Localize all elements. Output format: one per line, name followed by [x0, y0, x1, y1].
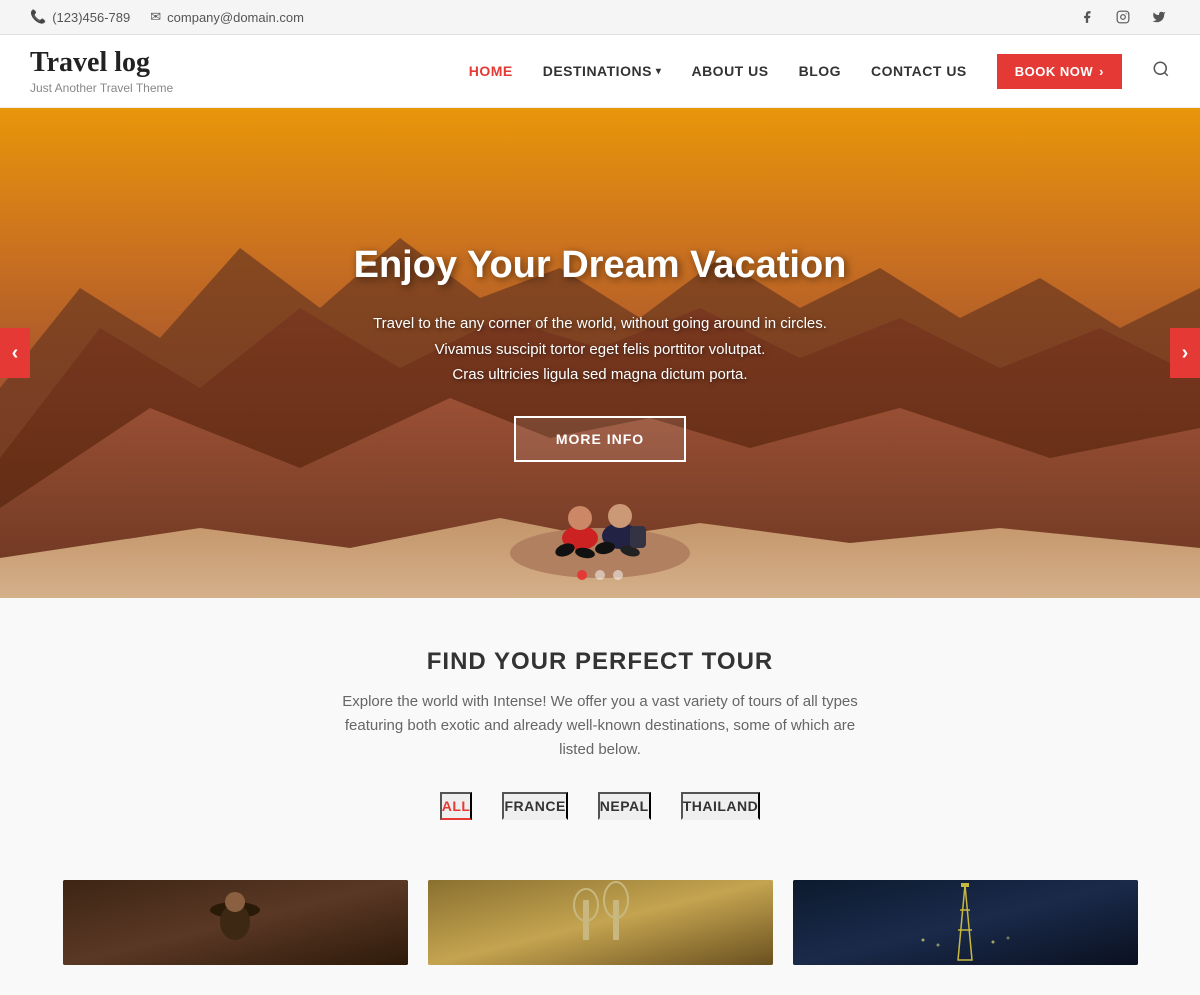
instagram-icon[interactable]	[1112, 6, 1134, 28]
main-nav: HOME DESTINATIONS ▾ ABOUT US BLOG CONTAC…	[469, 54, 1170, 89]
more-info-button[interactable]: MORE INFO	[514, 416, 686, 462]
slider-next-button[interactable]: ›	[1170, 328, 1200, 378]
site-tagline: Just Another Travel Theme	[30, 81, 173, 95]
phone-icon: 📞	[30, 9, 46, 25]
phone-contact: 📞 (123)456-789	[30, 9, 130, 25]
arrow-right-icon: ›	[1182, 342, 1189, 365]
nav-about[interactable]: ABOUT US	[691, 63, 768, 79]
find-tour-section: FIND YOUR PERFECT TOUR Explore the world…	[0, 598, 1200, 880]
hero-slider: Enjoy Your Dream Vacation Travel to the …	[0, 108, 1200, 598]
slider-dots	[577, 570, 623, 580]
hero-title: Enjoy Your Dream Vacation	[354, 244, 847, 287]
tour-card-1[interactable]	[63, 880, 408, 965]
top-bar: 📞 (123)456-789 ✉ company@domain.com	[0, 0, 1200, 35]
twitter-icon[interactable]	[1148, 6, 1170, 28]
slider-dot-2[interactable]	[595, 570, 605, 580]
site-header: Travel log Just Another Travel Theme HOM…	[0, 35, 1200, 108]
search-button[interactable]	[1152, 60, 1170, 83]
filter-france[interactable]: FRANCE	[502, 792, 567, 820]
filter-all[interactable]: ALL	[440, 792, 473, 820]
phone-number: (123)456-789	[52, 10, 130, 25]
slider-dot-3[interactable]	[613, 570, 623, 580]
facebook-icon[interactable]	[1076, 6, 1098, 28]
slider-prev-button[interactable]: ‹	[0, 328, 30, 378]
filter-thailand[interactable]: THAILAND	[681, 792, 761, 820]
tour-card-3[interactable]	[793, 880, 1138, 965]
tour-cards-container	[0, 880, 1200, 995]
tour-filter-tabs: ALL FRANCE NEPAL THAILAND	[30, 792, 1170, 820]
email-icon: ✉	[150, 9, 161, 25]
nav-contact[interactable]: CONTACT US	[871, 63, 967, 79]
logo[interactable]: Travel log Just Another Travel Theme	[30, 47, 173, 95]
nav-blog[interactable]: BLOG	[799, 63, 841, 79]
site-title: Travel log	[30, 47, 173, 79]
email-address: company@domain.com	[167, 10, 304, 25]
social-icons	[1076, 6, 1170, 28]
hero-description: Travel to the any corner of the world, w…	[373, 311, 827, 388]
email-contact: ✉ company@domain.com	[150, 9, 304, 25]
top-bar-contacts: 📞 (123)456-789 ✉ company@domain.com	[30, 9, 304, 25]
slider-dot-1[interactable]	[577, 570, 587, 580]
hero-content: Enjoy Your Dream Vacation Travel to the …	[0, 108, 1200, 598]
filter-nepal[interactable]: NEPAL	[598, 792, 651, 820]
find-tour-description: Explore the world with Intense! We offer…	[335, 690, 865, 762]
arrow-left-icon: ‹	[12, 342, 19, 365]
nav-destinations[interactable]: DESTINATIONS ▾	[543, 63, 662, 79]
book-now-button[interactable]: BOOK NOW ›	[997, 54, 1122, 89]
nav-home[interactable]: HOME	[469, 63, 513, 79]
arrow-right-icon: ›	[1099, 64, 1104, 79]
chevron-down-icon: ▾	[656, 66, 662, 77]
tour-card-2[interactable]	[428, 880, 773, 965]
find-tour-title: FIND YOUR PERFECT TOUR	[30, 648, 1170, 676]
